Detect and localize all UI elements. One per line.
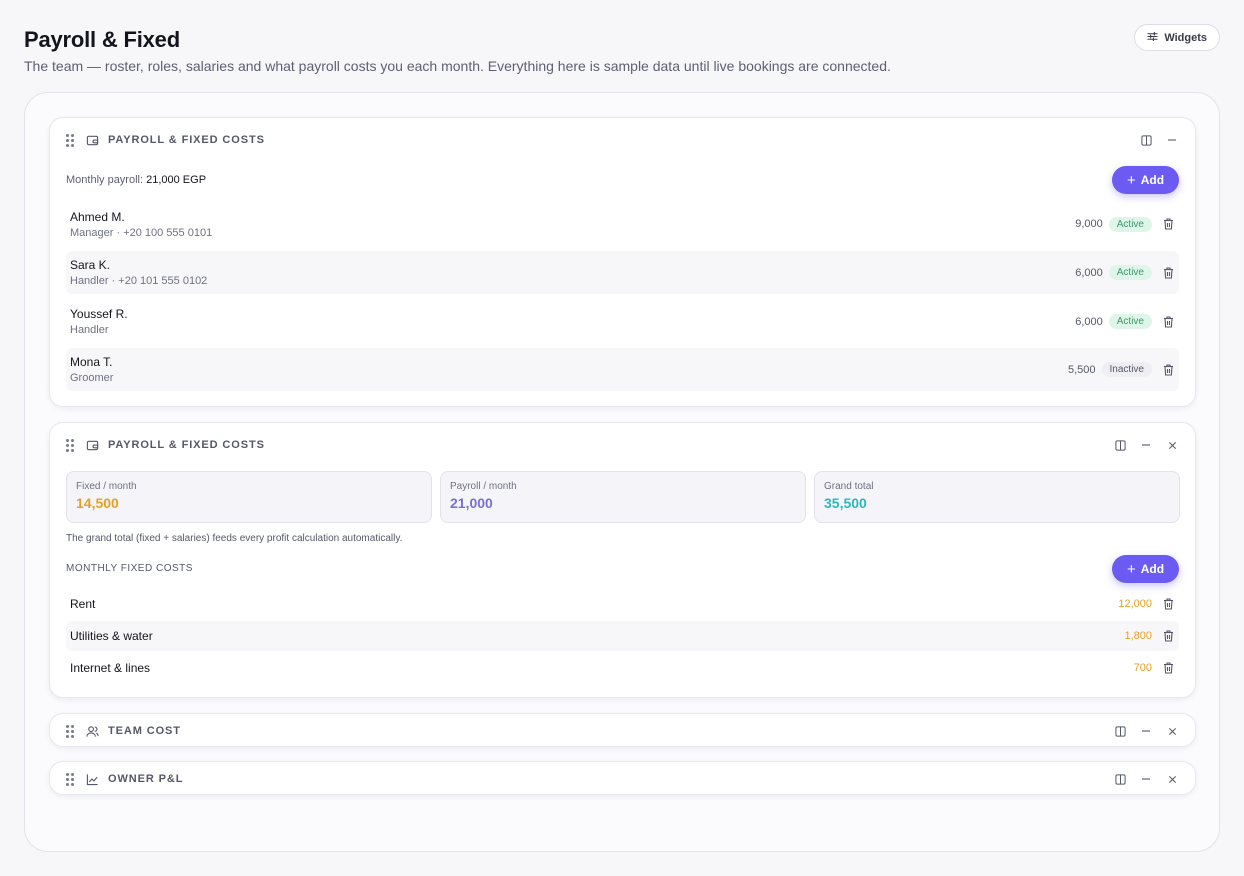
close-icon[interactable]	[1165, 772, 1179, 786]
staff-detail: Groomer	[70, 372, 114, 384]
monthly-payroll-value: 21,000 EGP	[146, 174, 207, 186]
fixed-costs-widget: PAYROLL & FIXED COSTS Fixed / month 14,5…	[49, 422, 1196, 698]
fixed-cost-amount: 700	[1133, 662, 1152, 674]
trash-icon[interactable]	[1161, 363, 1175, 377]
fixed-costs-widget-title: PAYROLL & FIXED COSTS	[108, 439, 265, 451]
minimize-icon[interactable]	[1165, 133, 1179, 147]
staff-name: Sara K.	[70, 258, 111, 272]
fixed-cost-name: Internet & lines	[70, 661, 151, 675]
add-staff-label: Add	[1140, 173, 1165, 187]
drag-handle-icon[interactable]	[66, 134, 76, 147]
payroll-per-month-stat: Payroll / month 21,000	[440, 471, 806, 523]
list-item: Internet & lines 700	[66, 653, 1179, 683]
drag-handle-icon[interactable]	[66, 773, 76, 786]
line-chart-icon	[86, 772, 100, 786]
trash-icon[interactable]	[1161, 661, 1175, 675]
close-icon[interactable]	[1165, 438, 1179, 452]
trash-icon[interactable]	[1161, 629, 1175, 643]
fixed-cost-amount: 12,000	[1118, 598, 1152, 610]
fixed-per-month-stat: Fixed / month 14,500	[66, 471, 432, 523]
status-badge[interactable]: Active	[1108, 314, 1152, 329]
wallet-icon	[86, 133, 100, 147]
trash-icon[interactable]	[1161, 315, 1175, 329]
owner-pl-widget-title: OWNER P&L	[108, 773, 184, 785]
expand-icon[interactable]	[1113, 724, 1127, 738]
minimize-icon[interactable]	[1139, 772, 1153, 786]
status-badge[interactable]: Active	[1108, 265, 1152, 280]
add-staff-button[interactable]: + Add	[1112, 166, 1179, 194]
table-row: Ahmed M. Manager · +20 100 555 0101 9,00…	[66, 202, 1179, 246]
team-cost-widget-header: TEAM COST	[50, 710, 1195, 752]
minimize-icon[interactable]	[1139, 724, 1153, 738]
staff-name: Ahmed M.	[70, 209, 125, 224]
payroll-widget: PAYROLL & FIXED COSTS Monthly payroll: 2…	[49, 117, 1196, 407]
staff-salary: 6,000	[1075, 266, 1103, 279]
expand-icon[interactable]	[1113, 438, 1127, 452]
grand-total-note: The grand total (fixed + salaries) feeds…	[66, 533, 403, 544]
expand-icon[interactable]	[1113, 772, 1127, 786]
staff-name: Mona T.	[70, 355, 113, 369]
fixed-cost-name: Rent	[70, 597, 96, 611]
drag-handle-icon[interactable]	[66, 439, 76, 452]
widgets-button[interactable]: Widgets	[1134, 24, 1220, 51]
grand-total-stat: Grand total 35,500	[814, 471, 1180, 523]
minimize-icon[interactable]	[1139, 438, 1153, 452]
plus-icon: +	[1126, 171, 1136, 189]
staff-detail: Handler · +20 101 555 0102	[70, 275, 208, 287]
trash-icon[interactable]	[1161, 266, 1175, 280]
fixed-cost-name: Utilities & water	[70, 629, 153, 643]
wallet-icon	[86, 438, 100, 452]
fixed-cost-amount: 1,800	[1124, 630, 1152, 642]
table-row: Mona T. Groomer 5,500 Inactive	[66, 348, 1179, 391]
staff-salary: 9,000	[1075, 218, 1103, 230]
expand-icon[interactable]	[1139, 133, 1153, 147]
stat-value: 35,500	[824, 495, 867, 511]
staff-name: Youssef R.	[70, 307, 128, 321]
staff-salary: 6,000	[1075, 315, 1103, 328]
table-row: Youssef R. Handler 6,000 Active	[66, 300, 1179, 343]
stat-label: Grand total	[824, 481, 874, 492]
owner-pl-widget-header: OWNER P&L	[50, 758, 1195, 800]
stat-label: Fixed / month	[76, 481, 137, 492]
trash-icon[interactable]	[1161, 217, 1175, 231]
sliders-icon	[1147, 31, 1158, 45]
add-fixed-cost-label: Add	[1140, 562, 1165, 576]
trash-icon[interactable]	[1161, 597, 1175, 611]
users-icon	[86, 724, 100, 738]
owner-pl-widget: OWNER P&L	[49, 761, 1196, 795]
payroll-widget-title: PAYROLL & FIXED COSTS	[108, 134, 265, 146]
stat-value: 14,500	[76, 495, 119, 511]
team-cost-widget-title: TEAM COST	[108, 725, 181, 737]
staff-detail: Manager · +20 100 555 0101	[70, 226, 213, 239]
fixed-costs-widget-header: PAYROLL & FIXED COSTS	[50, 423, 1195, 467]
close-icon[interactable]	[1165, 724, 1179, 738]
add-fixed-cost-button[interactable]: + Add	[1112, 555, 1179, 583]
page-header: Payroll & Fixed The team — roster, roles…	[24, 24, 1220, 74]
plus-icon: +	[1126, 560, 1136, 578]
list-item: Rent 12,000	[66, 589, 1179, 619]
status-badge[interactable]: Active	[1108, 216, 1152, 232]
page-subtitle: The team — roster, roles, salaries and w…	[24, 58, 891, 74]
payroll-widget-header: PAYROLL & FIXED COSTS	[50, 118, 1195, 162]
monthly-payroll-label: Monthly payroll:	[66, 174, 144, 186]
monthly-payroll: Monthly payroll: 21,000 EGP	[66, 174, 206, 186]
staff-salary: 5,500	[1068, 363, 1096, 376]
table-row: Sara K. Handler · +20 101 555 0102 6,000…	[66, 251, 1179, 294]
stat-label: Payroll / month	[450, 481, 517, 492]
widget-board: PAYROLL & FIXED COSTS Monthly payroll: 2…	[24, 92, 1220, 852]
staff-detail: Handler	[70, 324, 109, 336]
page-title: Payroll & Fixed	[24, 27, 180, 52]
list-item: Utilities & water 1,800	[66, 621, 1179, 651]
team-cost-widget: TEAM COST	[49, 713, 1196, 747]
status-badge[interactable]: Inactive	[1101, 362, 1152, 377]
drag-handle-icon[interactable]	[66, 725, 76, 738]
stat-value: 21,000	[450, 495, 493, 511]
monthly-fixed-costs-heading: MONTHLY FIXED COSTS	[66, 563, 193, 574]
widgets-button-label: Widgets	[1164, 31, 1207, 44]
